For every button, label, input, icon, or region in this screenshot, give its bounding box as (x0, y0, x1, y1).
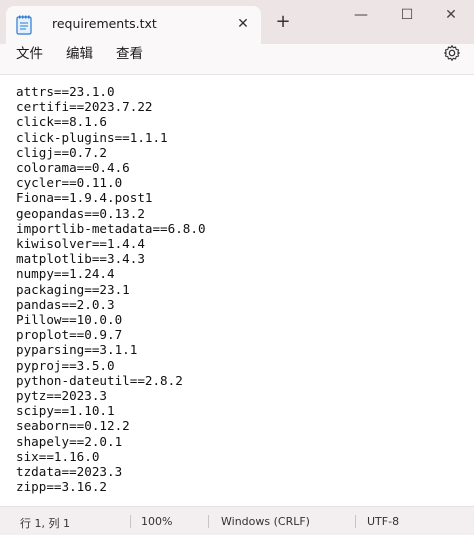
menu-view[interactable]: 查看 (114, 45, 145, 63)
status-divider (208, 515, 209, 528)
text-line: proplot==0.9.7 (16, 327, 123, 343)
text-line: pyproj==3.5.0 (16, 357, 115, 373)
text-line: numpy==1.24.4 (16, 266, 115, 282)
text-line: cycler==0.11.0 (16, 175, 123, 191)
zoom-level[interactable]: 100% (141, 515, 172, 528)
new-tab-button[interactable]: + (272, 11, 294, 33)
menu-bar: 文件 编辑 查看 (0, 44, 474, 75)
status-divider (355, 515, 356, 528)
maximize-button[interactable]: ☐ (384, 0, 430, 30)
notepad-file-icon (16, 15, 32, 35)
text-line: matplotlib==3.4.3 (16, 251, 145, 267)
text-line: shapely==2.0.1 (16, 433, 123, 449)
line-ending[interactable]: Windows (CRLF) (221, 515, 310, 528)
text-line: attrs==23.1.0 (16, 84, 115, 99)
tab-requirements[interactable]: requirements.txt ✕ (6, 6, 261, 44)
text-line: colorama==0.4.6 (16, 160, 130, 175)
status-divider (130, 515, 131, 528)
encoding[interactable]: UTF-8 (367, 515, 399, 528)
text-line: six==1.16.0 (16, 448, 100, 464)
text-line: zipp==3.16.2 (16, 479, 107, 495)
settings-gear-icon[interactable] (443, 44, 461, 62)
cursor-position: 行 1, 列 1 (20, 517, 70, 530)
text-line: pyparsing==3.1.1 (16, 342, 138, 358)
text-line: Pillow==10.0.0 (16, 312, 123, 327)
status-bar: 行 1, 列 1 100% Windows (CRLF) UTF-8 (0, 506, 474, 535)
text-line: scipy==1.10.1 (16, 403, 115, 419)
text-line: cligj==0.7.2 (16, 144, 107, 160)
text-line: pandas==2.0.3 (16, 296, 115, 312)
text-line: seaborn==0.12.2 (16, 418, 130, 434)
menu-file[interactable]: 文件 (14, 45, 45, 63)
text-line: packaging==23.1 (16, 281, 130, 297)
tab-close-button[interactable]: ✕ (233, 14, 253, 34)
minimize-button[interactable]: — (338, 0, 384, 30)
text-editor[interactable]: attrs==23.1.0 certifi==2023.7.22 click==8.… (0, 75, 474, 506)
text-line: tzdata==2023.3 (16, 464, 123, 479)
text-line: importlib-metadata==6.8.0 (16, 220, 206, 236)
notepad-window: requirements.txt ✕ + — ☐ ✕ 文件 编辑 查看 attr… (0, 0, 474, 535)
title-bar: requirements.txt ✕ + — ☐ ✕ (0, 0, 474, 44)
text-line: python-dateutil==2.8.2 (16, 372, 183, 388)
menu-edit[interactable]: 编辑 (64, 45, 95, 63)
text-line: certifi==2023.7.22 (16, 99, 153, 115)
text-line: kiwisolver==1.4.4 (16, 236, 145, 251)
close-window-button[interactable]: ✕ (428, 0, 474, 30)
text-line: pytz==2023.3 (16, 388, 107, 403)
text-line: click==8.1.6 (16, 114, 107, 130)
text-line: geopandas==0.13.2 (16, 205, 145, 221)
text-line: Fiona==1.9.4.post1 (16, 190, 153, 206)
text-line: click-plugins==1.1.1 (16, 129, 168, 145)
tab-title: requirements.txt (52, 16, 157, 31)
